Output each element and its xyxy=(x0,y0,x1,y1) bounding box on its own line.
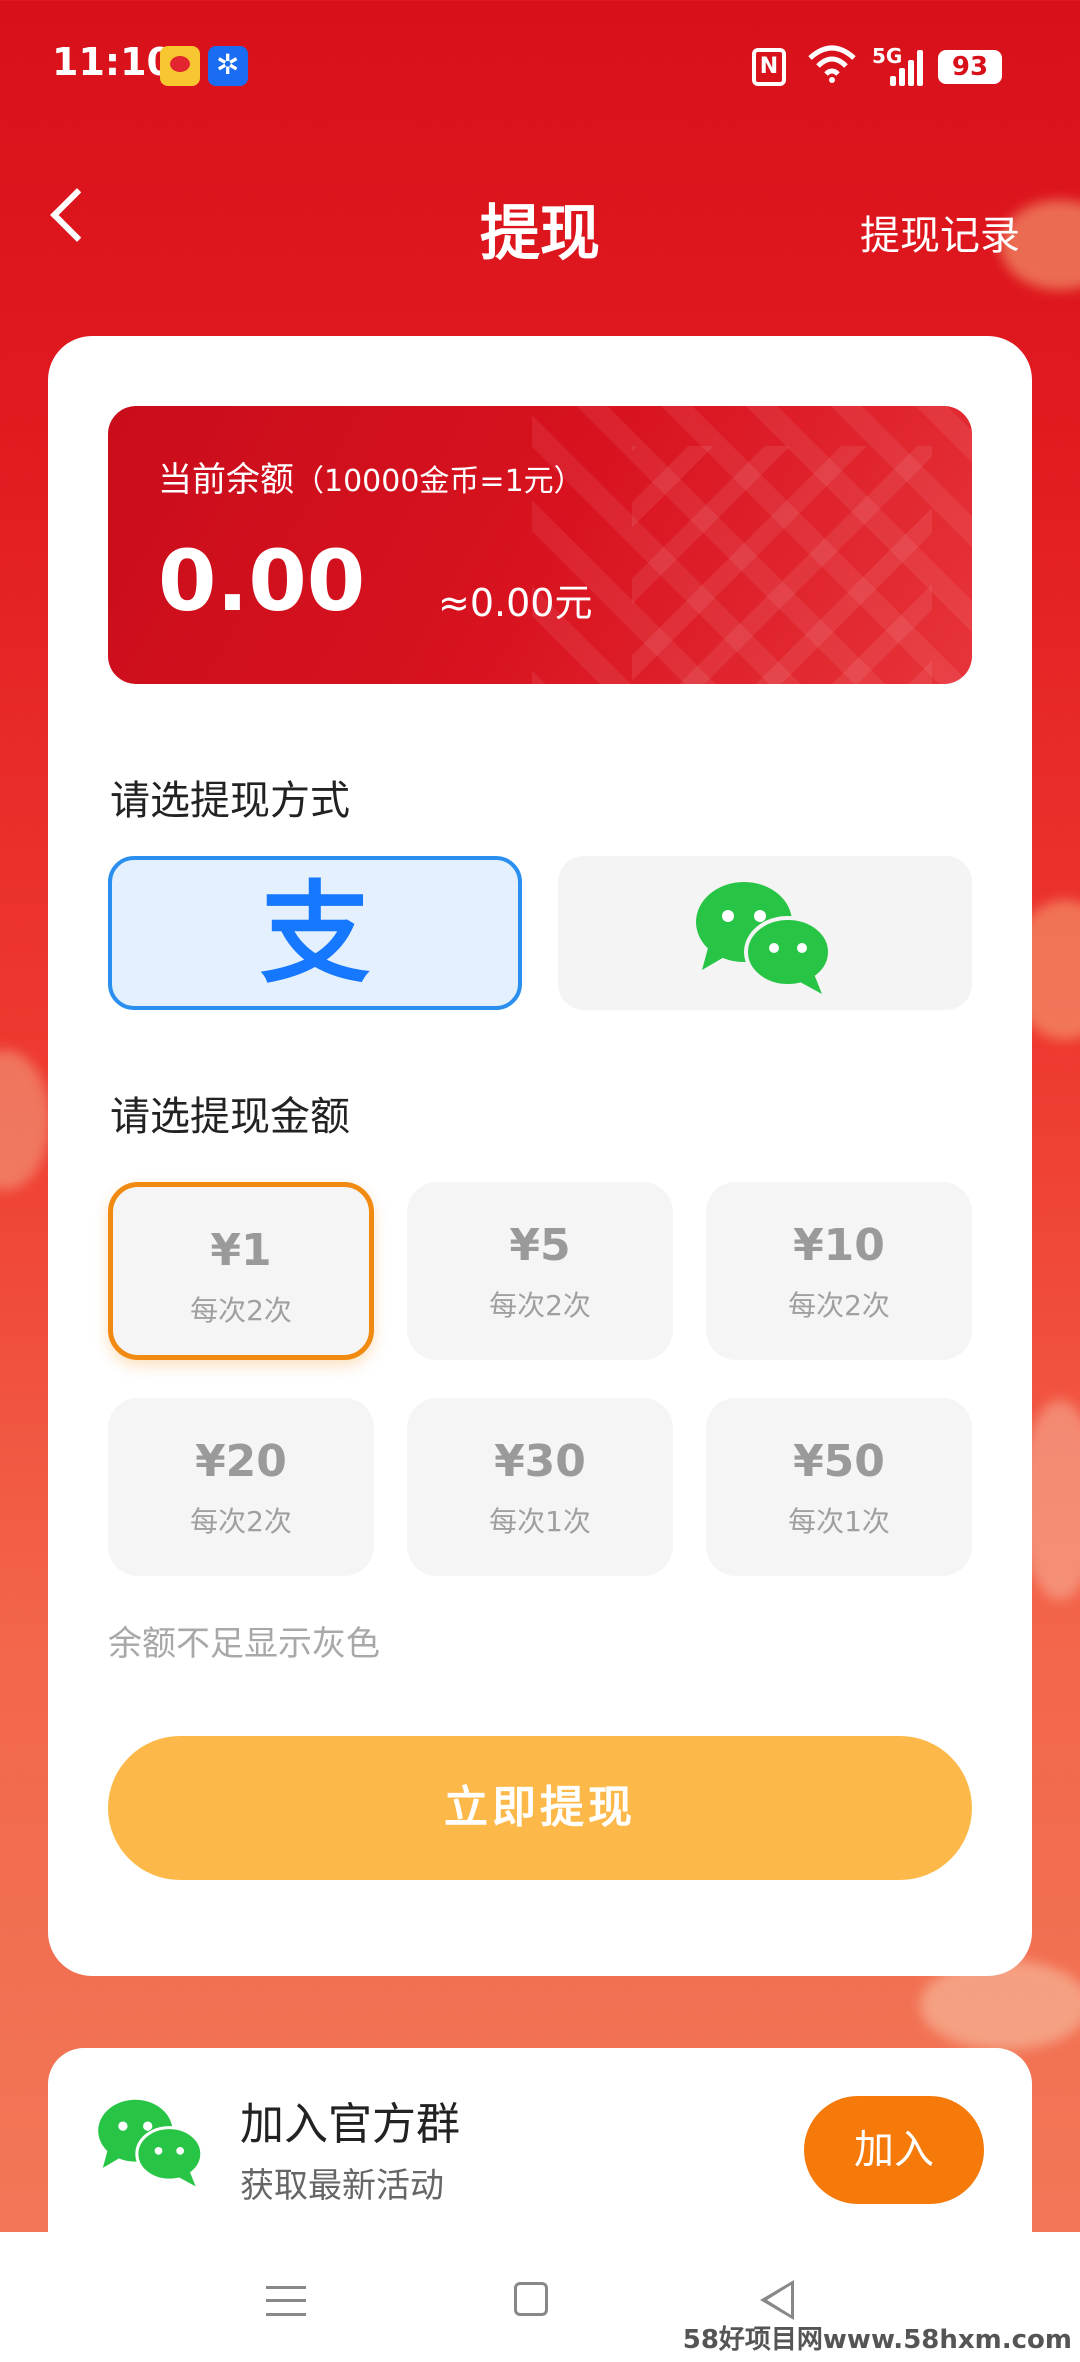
system-navigation-bar: 58好项目网www.58hxm.com xyxy=(0,2232,1080,2362)
amount-option-20[interactable]: ¥20 每次2次 xyxy=(108,1398,374,1576)
amount-limit: 每次2次 xyxy=(788,1289,890,1322)
amount-option-50[interactable]: ¥50 每次1次 xyxy=(706,1398,972,1576)
balance-label: 当前余额 xyxy=(158,460,294,500)
home-square-icon[interactable] xyxy=(514,2282,548,2316)
amount-section-label: 请选提现金额 xyxy=(110,1094,350,1140)
weibo-icon xyxy=(160,46,200,86)
amount-limit: 每次1次 xyxy=(489,1505,591,1538)
nfc-icon: N xyxy=(752,48,786,86)
amount-limit: 每次1次 xyxy=(788,1505,890,1538)
amount-value: ¥5 xyxy=(509,1220,571,1271)
withdraw-now-button[interactable]: 立即提现 xyxy=(108,1736,972,1880)
group-subtitle: 获取最新活动 xyxy=(240,2166,444,2206)
withdraw-card: 当前余额（10000金币=1元） 0.00 ≈0.00元 请选提现方式 支 请选… xyxy=(48,336,1032,1976)
amount-value: ¥30 xyxy=(494,1436,586,1487)
amount-value: ¥10 xyxy=(793,1220,885,1271)
balance-amount: 0.00 xyxy=(158,532,366,630)
alipay-option[interactable]: 支 xyxy=(108,856,522,1010)
status-time: 11:10 xyxy=(52,40,173,84)
wifi-icon xyxy=(806,44,858,93)
official-group-card: 加入官方群 获取最新活动 加入 xyxy=(48,2048,1032,2248)
group-title: 加入官方群 xyxy=(240,2099,460,2150)
method-section-label: 请选提现方式 xyxy=(110,778,350,824)
watermark: 58好项目网www.58hxm.com xyxy=(682,2325,1072,2355)
background-decoration xyxy=(0,1050,50,1190)
status-bar: 11:10 N 5G 93 xyxy=(0,0,1080,130)
wechat-option[interactable] xyxy=(558,856,972,1010)
balance-label-row: 当前余额（10000金币=1元） xyxy=(158,452,584,501)
fan-app-icon xyxy=(208,46,248,86)
amount-value: ¥20 xyxy=(195,1436,287,1487)
join-group-button[interactable]: 加入 xyxy=(804,2096,984,2204)
amount-value: ¥50 xyxy=(793,1436,885,1487)
wechat-icon xyxy=(696,882,832,994)
exchange-rate: （10000金币=1元） xyxy=(294,464,584,499)
menu-icon[interactable] xyxy=(266,2286,306,2316)
alipay-icon: 支 xyxy=(260,870,370,998)
amount-option-1[interactable]: ¥1 每次2次 xyxy=(108,1182,374,1360)
signal-bars-icon xyxy=(890,48,924,86)
amount-option-5[interactable]: ¥5 每次2次 xyxy=(407,1182,673,1360)
amount-limit: 每次2次 xyxy=(190,1505,292,1538)
amount-limit: 每次2次 xyxy=(190,1294,292,1327)
amount-option-30[interactable]: ¥30 每次1次 xyxy=(407,1398,673,1576)
wechat-icon xyxy=(98,2099,204,2187)
balance-panel: 当前余额（10000金币=1元） 0.00 ≈0.00元 xyxy=(108,406,972,684)
withdraw-record-link[interactable]: 提现记录 xyxy=(860,203,1020,261)
amount-value: ¥1 xyxy=(210,1225,272,1276)
balance-hint: 余额不足显示灰色 xyxy=(108,1624,380,1664)
back-triangle-icon[interactable] xyxy=(760,2280,794,2320)
balance-approx: ≈0.00元 xyxy=(438,581,593,625)
battery-indicator: 93 xyxy=(938,50,1002,84)
amount-limit: 每次2次 xyxy=(489,1289,591,1322)
amount-option-10[interactable]: ¥10 每次2次 xyxy=(706,1182,972,1360)
